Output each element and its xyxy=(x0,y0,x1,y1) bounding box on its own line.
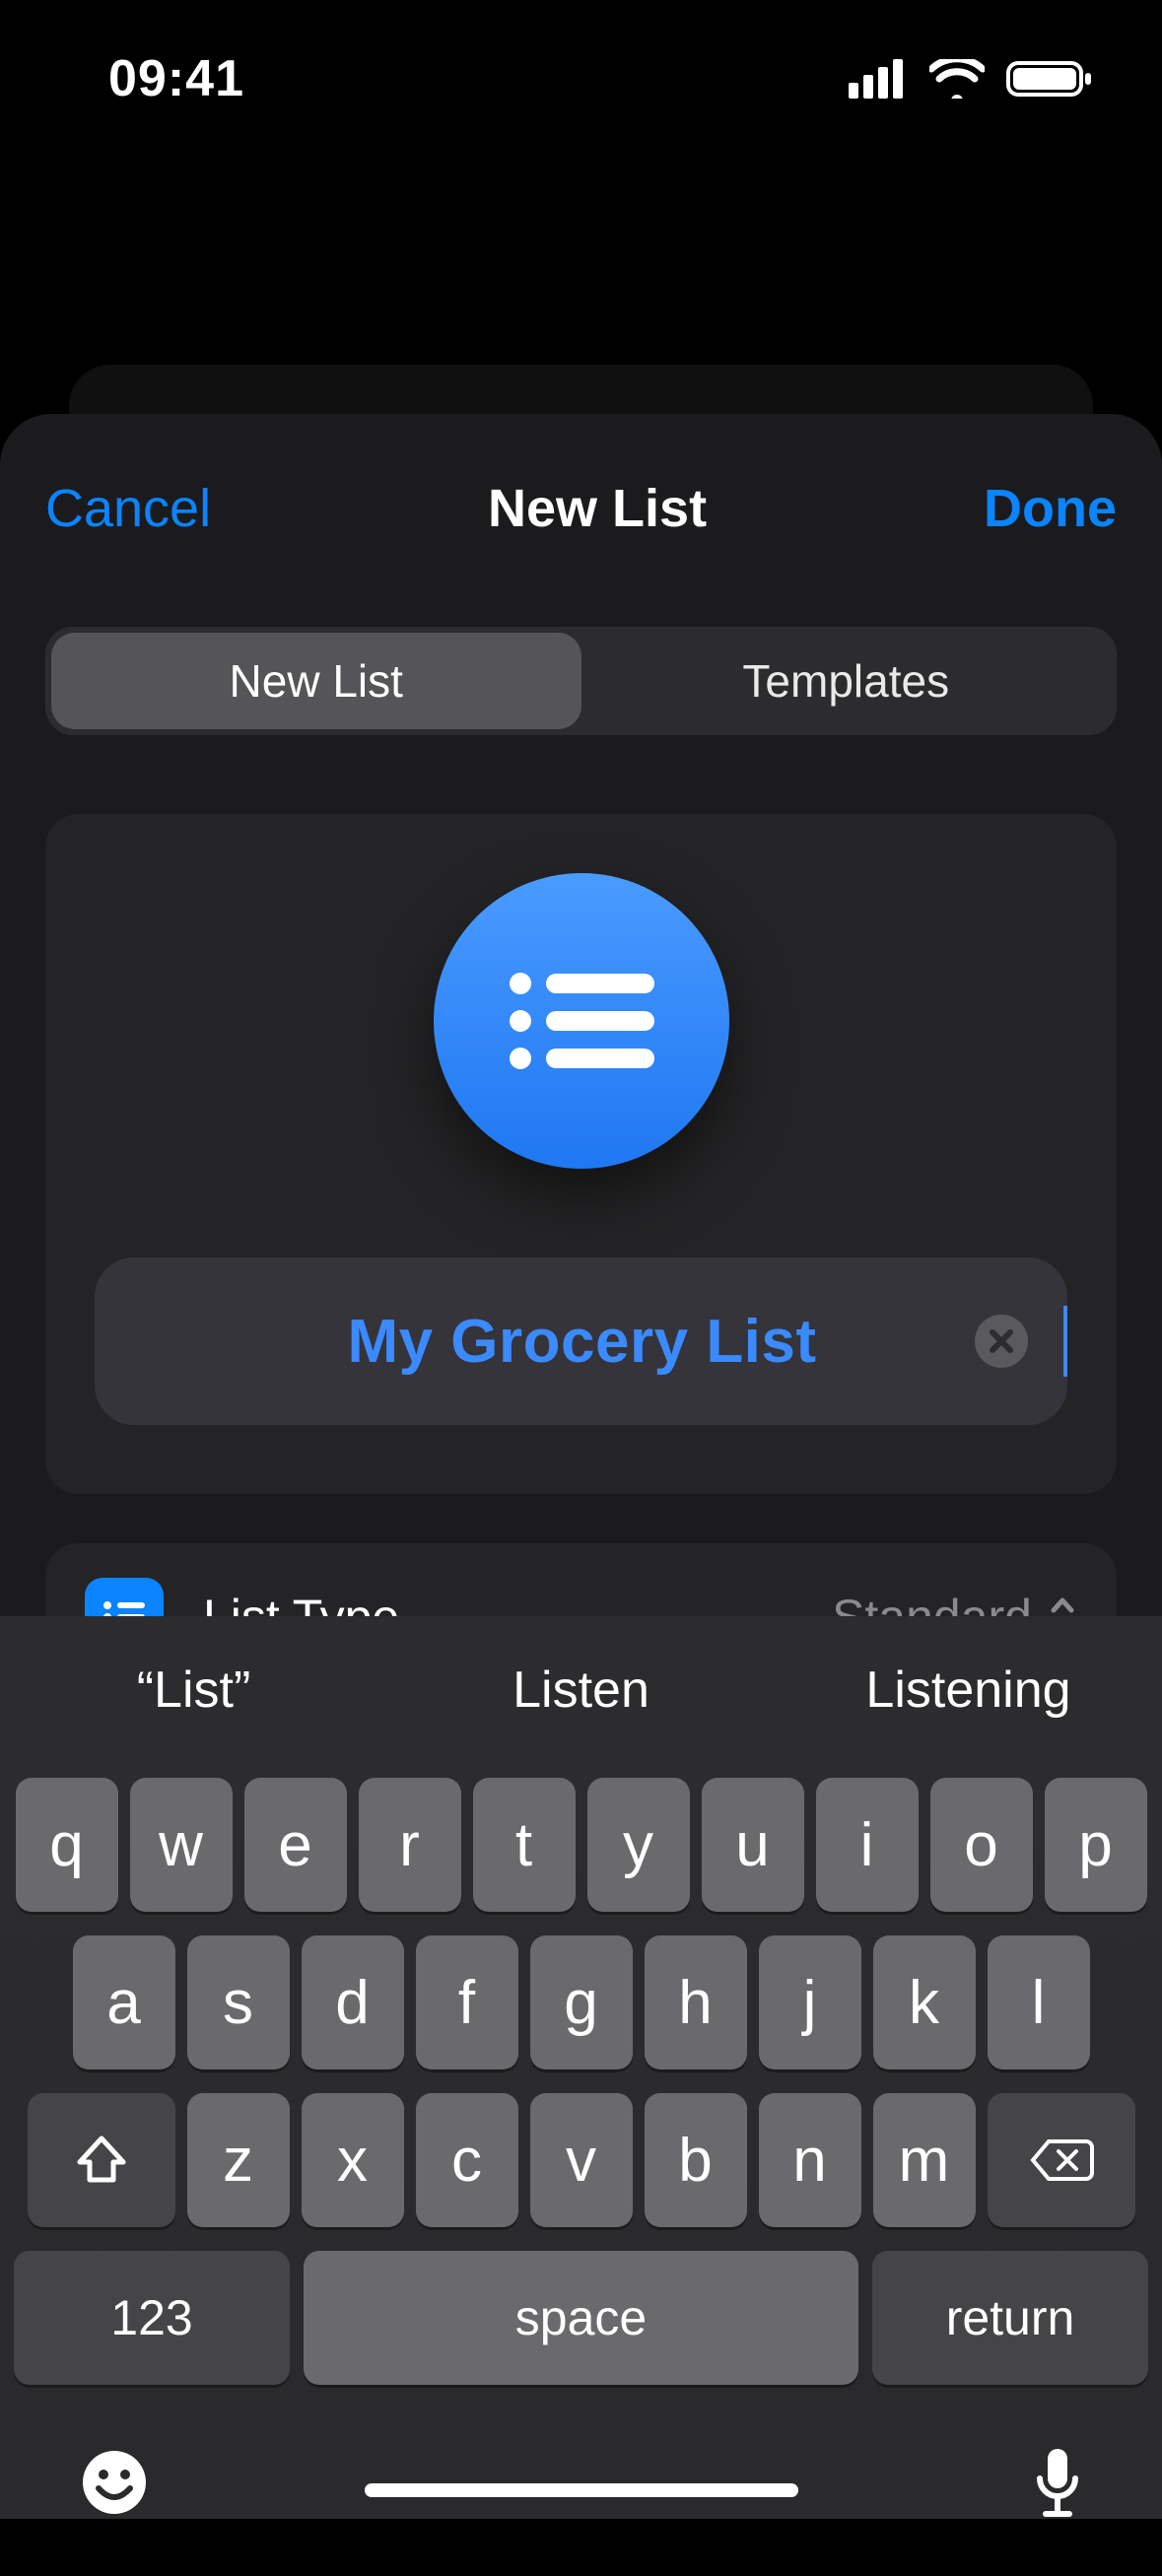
done-button[interactable]: Done xyxy=(984,478,1117,539)
wifi-icon xyxy=(929,59,985,99)
key-q[interactable]: q xyxy=(16,1778,118,1912)
key-k[interactable]: k xyxy=(873,1935,976,2069)
cellular-icon xyxy=(849,59,908,99)
key-p[interactable]: p xyxy=(1045,1778,1147,1912)
suggestion-2[interactable]: Listen xyxy=(387,1661,775,1720)
key-g[interactable]: g xyxy=(530,1935,633,2069)
key-l[interactable]: l xyxy=(988,1935,1090,2069)
key-i[interactable]: i xyxy=(816,1778,919,1912)
key-c[interactable]: c xyxy=(416,2093,518,2227)
keyboard-suggestions: “List” Listen Listening xyxy=(0,1616,1162,1764)
key-shift[interactable] xyxy=(28,2093,175,2227)
key-row-3: z x c v b n m xyxy=(10,2093,1152,2227)
key-e[interactable]: e xyxy=(244,1778,347,1912)
key-y[interactable]: y xyxy=(587,1778,690,1912)
suggestion-1[interactable]: “List” xyxy=(0,1661,387,1720)
key-numbers[interactable]: 123 xyxy=(14,2251,290,2385)
key-row-2: a s d f g h j k l xyxy=(10,1935,1152,2069)
key-a[interactable]: a xyxy=(73,1935,175,2069)
key-m[interactable]: m xyxy=(873,2093,976,2227)
key-backspace[interactable] xyxy=(988,2093,1135,2227)
list-bullet-icon xyxy=(503,962,660,1080)
microphone-icon xyxy=(1032,2445,1083,2520)
suggestion-3[interactable]: Listening xyxy=(775,1661,1162,1720)
emoji-icon xyxy=(79,2447,150,2518)
key-row-1: q w e r t y u i o p xyxy=(10,1778,1152,1912)
key-x[interactable]: x xyxy=(302,2093,404,2227)
cancel-button[interactable]: Cancel xyxy=(45,478,211,539)
key-n[interactable]: n xyxy=(759,2093,861,2227)
key-h[interactable]: h xyxy=(645,1935,747,2069)
key-j[interactable]: j xyxy=(759,1935,861,2069)
dictation-button[interactable] xyxy=(1032,2445,1083,2520)
xmark-icon xyxy=(989,1328,1014,1354)
segmented-control[interactable]: New List Templates xyxy=(45,627,1117,735)
list-name-field[interactable]: My Grocery List xyxy=(95,1257,1067,1425)
key-s[interactable]: s xyxy=(187,1935,290,2069)
key-r[interactable]: r xyxy=(359,1778,461,1912)
home-indicator[interactable] xyxy=(365,2483,798,2497)
list-name-input[interactable]: My Grocery List xyxy=(95,1307,1069,1377)
key-space[interactable]: space xyxy=(304,2251,858,2385)
list-preview-card: My Grocery List xyxy=(45,814,1117,1494)
list-icon-preview xyxy=(434,873,729,1169)
emoji-button[interactable] xyxy=(79,2447,150,2518)
status-bar: 09:41 xyxy=(0,0,1162,158)
text-caret xyxy=(1063,1306,1067,1377)
segment-templates[interactable]: Templates xyxy=(581,633,1112,729)
key-d[interactable]: d xyxy=(302,1935,404,2069)
key-row-4: 123 space return xyxy=(10,2251,1152,2385)
key-z[interactable]: z xyxy=(187,2093,290,2227)
sheet-nav: Cancel New List Done xyxy=(45,459,1117,558)
key-t[interactable]: t xyxy=(473,1778,576,1912)
sheet-title: New List xyxy=(488,478,707,539)
key-v[interactable]: v xyxy=(530,2093,633,2227)
key-u[interactable]: u xyxy=(702,1778,804,1912)
shift-icon xyxy=(74,2135,129,2186)
status-time: 09:41 xyxy=(108,49,244,108)
keyboard: “List” Listen Listening q w e r t y u i … xyxy=(0,1616,1162,2519)
key-o[interactable]: o xyxy=(930,1778,1033,1912)
segment-new-list[interactable]: New List xyxy=(51,633,581,729)
keyboard-keys: q w e r t y u i o p a s d f g h j k l z xyxy=(0,1764,1162,2385)
key-b[interactable]: b xyxy=(645,2093,747,2227)
key-return[interactable]: return xyxy=(872,2251,1148,2385)
key-w[interactable]: w xyxy=(130,1778,233,1912)
backspace-icon xyxy=(1029,2137,1094,2183)
clear-text-button[interactable] xyxy=(975,1315,1028,1368)
status-icons xyxy=(849,59,1093,99)
key-f[interactable]: f xyxy=(416,1935,518,2069)
battery-icon xyxy=(1006,59,1093,99)
